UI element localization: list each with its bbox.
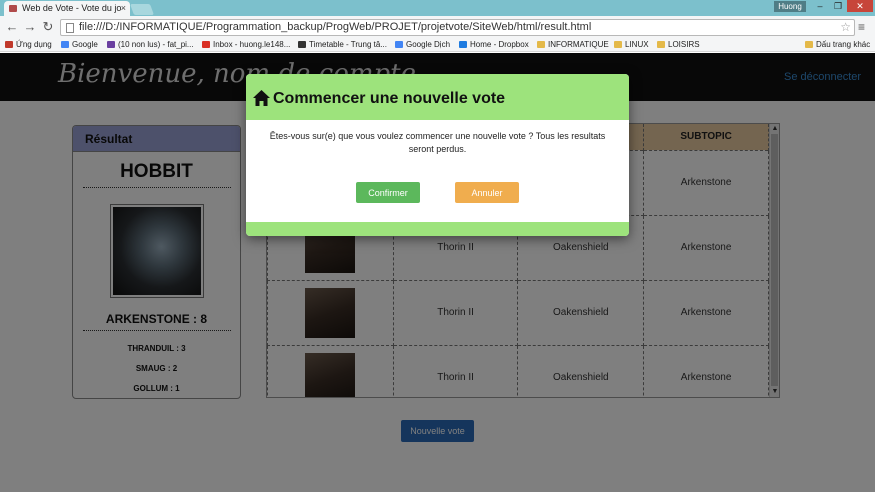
bookmark-label: LOISIRS xyxy=(668,40,700,49)
address-bar[interactable]: file:///D:/INFORMATIQUE/Programmation_ba… xyxy=(60,19,855,36)
modal-header: Commencer une nouvelle vote xyxy=(246,74,629,120)
timetable-icon xyxy=(298,41,306,48)
folder-icon xyxy=(614,41,622,48)
folder-icon xyxy=(657,41,665,48)
tab-close-icon[interactable]: × xyxy=(121,1,126,16)
browser-toolbar: ← → ↻ file:///D:/INFORMATIQUE/Programmat… xyxy=(0,16,875,38)
reload-icon[interactable]: ↻ xyxy=(40,19,56,35)
yahoo-mail-icon xyxy=(107,41,115,48)
bookmark-label: Inbox - huong.le148... xyxy=(213,40,291,49)
bookmark-label: Timetable - Trung tâ... xyxy=(309,40,387,49)
star-icon[interactable]: ☆ xyxy=(840,20,851,35)
modal-message: Êtes-vous sur(e) que vous voulez commenc… xyxy=(269,131,606,154)
cancel-button[interactable]: Annuler xyxy=(455,182,519,203)
home-icon xyxy=(253,90,270,106)
forward-icon[interactable]: → xyxy=(22,19,38,35)
modal-footer xyxy=(246,222,629,236)
dropbox-icon xyxy=(459,41,467,48)
window-minimize-button[interactable]: – xyxy=(811,0,829,12)
bookmark-label: Ứng dụng xyxy=(16,40,52,49)
bookmark-item[interactable]: Inbox - huong.le148... xyxy=(202,38,290,52)
folder-icon xyxy=(537,41,545,48)
address-url[interactable]: file:///D:/INFORMATIQUE/Programmation_ba… xyxy=(79,20,591,35)
browser-titlebar: Web de Vote - Vote du jo × Huong – ❐ ✕ xyxy=(0,0,875,16)
folder-icon xyxy=(805,41,813,48)
back-icon[interactable]: ← xyxy=(4,19,20,35)
bookmark-item[interactable]: Google xyxy=(61,38,98,52)
apps-icon xyxy=(5,41,13,48)
bookmark-label: (10 non lus) - fat_pi... xyxy=(118,40,194,49)
new-tab-button[interactable] xyxy=(129,4,155,15)
bookmarks-bar: Ứng dụng Google (10 non lus) - fat_pi...… xyxy=(0,38,875,52)
window-maximize-button[interactable]: ❐ xyxy=(829,0,847,12)
other-bookmarks-folder[interactable]: Dấu trang khác xyxy=(805,38,870,52)
bookmark-folder[interactable]: LINUX xyxy=(614,38,649,52)
confirm-button[interactable]: Confirmer xyxy=(356,182,420,203)
page-icon xyxy=(66,23,74,33)
bookmark-folder[interactable]: LOISIRS xyxy=(657,38,700,52)
bookmark-folder[interactable]: INFORMATIQUE xyxy=(537,38,609,52)
tab-title: Web de Vote - Vote du jo xyxy=(22,3,122,13)
google-icon xyxy=(61,41,69,48)
bookmark-item[interactable]: Ứng dụng xyxy=(5,38,52,52)
confirm-new-vote-modal: Commencer une nouvelle vote Êtes-vous su… xyxy=(246,74,629,236)
window-close-button[interactable]: ✕ xyxy=(847,0,873,12)
translate-icon xyxy=(395,41,403,48)
profile-user-badge[interactable]: Huong xyxy=(774,1,806,12)
bookmark-item[interactable]: Google Dịch xyxy=(395,38,450,52)
bookmark-label: Google Dịch xyxy=(406,40,451,49)
bookmark-label: Dấu trang khác xyxy=(816,40,871,49)
gmail-icon xyxy=(202,41,210,48)
bookmark-label: Google xyxy=(72,40,98,49)
browser-tab[interactable]: Web de Vote - Vote du jo × xyxy=(4,1,130,16)
modal-body: Êtes-vous sur(e) que vous voulez commenc… xyxy=(246,128,629,222)
bookmark-label: INFORMATIQUE xyxy=(548,40,609,49)
bookmark-item[interactable]: Timetable - Trung tâ... xyxy=(298,38,387,52)
bookmark-label: LINUX xyxy=(625,40,649,49)
bookmark-label: Home - Dropbox xyxy=(470,40,529,49)
bookmark-item[interactable]: Home - Dropbox xyxy=(459,38,529,52)
modal-title: Commencer une nouvelle vote xyxy=(273,90,506,107)
tab-favicon-icon xyxy=(9,5,17,12)
menu-icon[interactable]: ≡ xyxy=(858,21,870,33)
bookmark-item[interactable]: (10 non lus) - fat_pi... xyxy=(107,38,194,52)
